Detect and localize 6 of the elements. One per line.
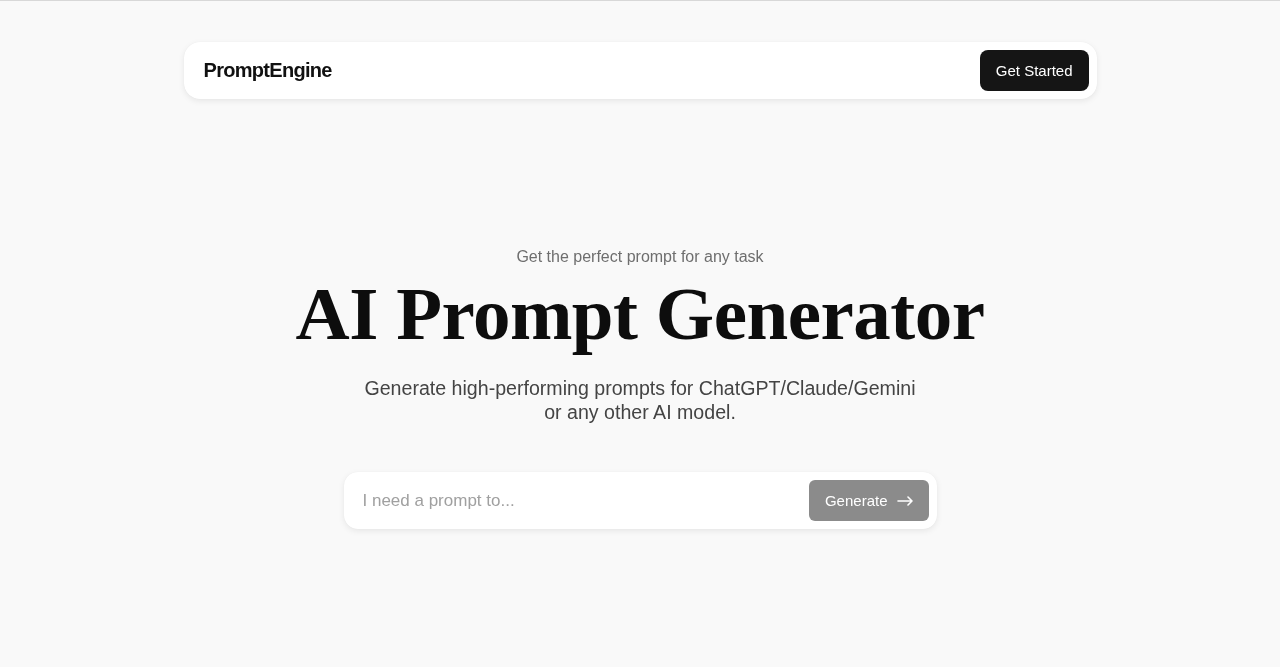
logo[interactable]: PromptEngine xyxy=(203,59,332,82)
arrow-right-icon xyxy=(896,495,913,506)
get-started-button[interactable]: Get Started xyxy=(979,50,1089,91)
hero-tagline: Get the perfect prompt for any task xyxy=(516,247,764,267)
hero-description: Generate high-performing prompts for ChatGPT/Claude/Gemini or any other AI model. xyxy=(363,376,917,424)
hero-title: AI Prompt Generator xyxy=(295,274,985,354)
